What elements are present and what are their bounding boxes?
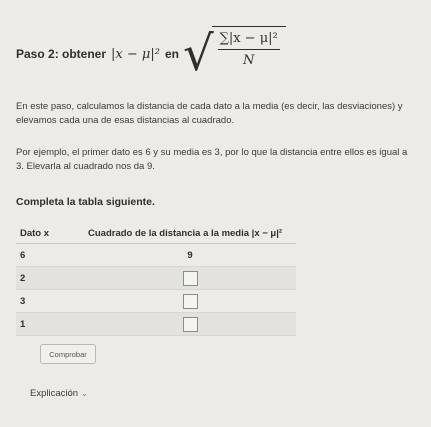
fraction: ∑|x − μ|² N — [211, 26, 286, 82]
fraction-numerator: ∑|x − μ|² — [217, 31, 280, 50]
table-row: 3 — [16, 289, 296, 313]
dato-cell: 3 — [16, 289, 84, 313]
step-connector: en — [164, 47, 179, 61]
chevron-down-icon: ⌄ — [81, 389, 88, 398]
variance-sqrt-formula: √ ∑|x − μ|² N — [183, 26, 286, 82]
table-header-row: Dato x Cuadrado de la distancia a la med… — [16, 226, 296, 244]
explanation-paragraph-2: Por ejemplo, el primer dato es 6 y su me… — [16, 147, 408, 172]
step-header: Paso 2: obtener |x − μ|² en √ ∑|x − μ|² … — [16, 18, 416, 90]
fraction-denominator: N — [242, 53, 255, 68]
cuadrado-value: 9 — [84, 243, 296, 267]
header-dato: Dato x — [16, 226, 84, 244]
answer-input-row-4[interactable] — [182, 316, 198, 332]
dato-cell: 1 — [16, 312, 84, 336]
dato-cell: 6 — [16, 243, 84, 267]
table-row: 6 9 — [16, 243, 296, 267]
table-row: 1 — [16, 312, 296, 336]
answer-input-row-2[interactable] — [182, 270, 198, 286]
check-button[interactable]: Comprobar — [40, 344, 96, 364]
step-title: Paso 2: obtener — [16, 47, 107, 61]
abs-squared-expression: |x − μ|² — [111, 46, 160, 62]
radical-sign-icon: √ — [182, 26, 214, 82]
instruction-prompt: Completa la tabla siguiente. — [16, 196, 155, 208]
explanation-label: Explicación — [30, 388, 79, 399]
data-table: Dato x Cuadrado de la distancia a la med… — [16, 226, 296, 336]
explanation-paragraph-1: En este paso, calculamos la distancia de… — [16, 101, 403, 126]
dato-cell: 2 — [16, 266, 84, 290]
header-cuadrado: Cuadrado de la distancia a la media |x −… — [84, 226, 296, 244]
explanation-link[interactable]: Explicación ⌄ — [30, 388, 88, 399]
answer-input-row-3[interactable] — [182, 293, 198, 309]
table-row: 2 — [16, 266, 296, 290]
